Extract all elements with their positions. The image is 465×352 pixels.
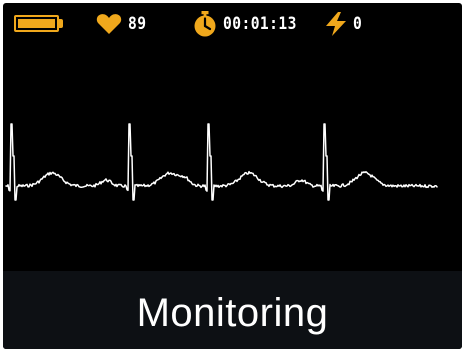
elapsed-time-value: 00:01:13 xyxy=(223,14,297,34)
ecg-trace xyxy=(5,123,438,201)
battery-tip xyxy=(58,19,63,28)
shock-count-indicator: 0 xyxy=(325,11,364,37)
timer-indicator: 00:01:13 xyxy=(193,11,309,37)
ecg-waveform-area xyxy=(3,73,462,243)
ecg-waveform xyxy=(5,123,438,201)
heart-rate-indicator: 89 xyxy=(96,11,149,37)
stopwatch-icon xyxy=(194,11,216,37)
heart-rate-value: 89 xyxy=(128,14,147,34)
monitor-screen: 89 00:01:13 0 Monitoring xyxy=(3,3,462,349)
battery-icon xyxy=(14,15,59,32)
battery-level-fill xyxy=(18,19,55,28)
heart-icon xyxy=(96,14,122,34)
mode-label: Monitoring xyxy=(136,290,329,335)
lightning-icon xyxy=(326,12,346,36)
status-bar: 89 00:01:13 0 xyxy=(3,3,462,43)
shock-count-value: 0 xyxy=(353,14,363,34)
mode-banner: Monitoring xyxy=(3,271,462,349)
